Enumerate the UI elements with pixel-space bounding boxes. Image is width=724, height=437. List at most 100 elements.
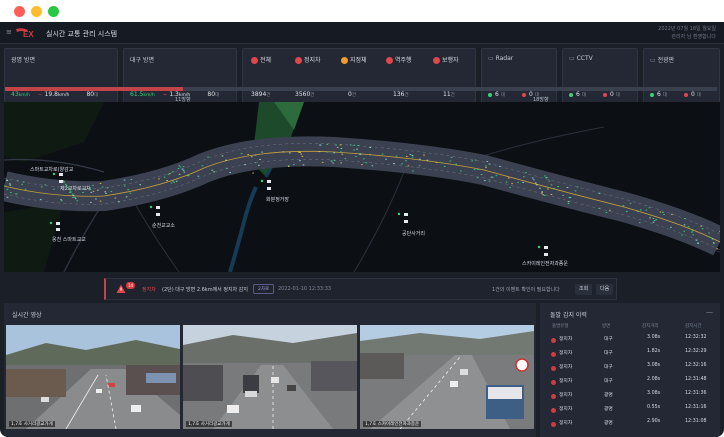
minimize-window-button[interactable] (31, 6, 42, 17)
alert-confirm-button[interactable]: 조회 (575, 284, 593, 295)
vehicle-marker (566, 187, 569, 188)
vehicle-marker (166, 180, 168, 181)
vehicle-marker (175, 180, 178, 182)
vehicle-marker (163, 176, 166, 178)
table-row[interactable]: 정지차 대구 3.08s 12:32:32 (540, 335, 720, 347)
vehicle-marker (499, 165, 501, 167)
stat-pedestrian-value: 11건 (443, 91, 455, 98)
vehicle-marker (21, 183, 23, 185)
vehicle-marker (485, 167, 487, 169)
vehicle-marker (683, 224, 686, 226)
vehicle-marker (182, 169, 185, 171)
vehicle-marker (4, 185, 6, 187)
header-user[interactable]: 관리자 님 환영합니다 (671, 33, 716, 40)
vehicle-marker (240, 153, 243, 154)
table-row[interactable]: 정지차 광명 3.08s 12:31:36 (540, 391, 720, 403)
vehicle-marker (41, 186, 43, 188)
stat-stopped[interactable]: 정지차 (295, 55, 321, 64)
vehicle-marker (536, 184, 538, 186)
device-off: 0 대 (603, 91, 620, 98)
stat-wrongway[interactable]: 역주행 (386, 55, 412, 64)
speed-card-gwangmyeong: 광명 방면 43km/h − 19.8km/h 80대 (4, 48, 118, 104)
vehicle-marker (542, 194, 544, 196)
stat-pedestrian[interactable]: 보행자 (433, 55, 459, 64)
map-label[interactable]: 스카이레인전자과종운 (522, 260, 568, 267)
alert-next-button[interactable]: 다음 (596, 284, 614, 295)
cctv-feed-2[interactable]: 1,7호 사거리광교가게 (183, 325, 357, 429)
vehicle-marker (697, 243, 699, 244)
vehicle-marker (158, 178, 160, 180)
stat-congestion[interactable]: 지정체 (341, 55, 367, 64)
vehicle-marker (330, 160, 333, 162)
vehicle-marker (562, 195, 565, 196)
vehicle-marker (258, 164, 260, 166)
table-row[interactable]: 정지차 광명 2.90s 12:31:08 (540, 419, 720, 431)
vehicle-marker (480, 174, 483, 175)
display-board-icon: ▭ (650, 57, 656, 64)
vehicle-marker (473, 169, 476, 171)
hamburger-icon[interactable]: ≡ (6, 28, 12, 36)
vehicle-marker (716, 248, 718, 250)
panel-title: 실시간 영상 (12, 312, 42, 319)
vehicle-marker (247, 154, 249, 155)
alert-count-badge: 14 (126, 282, 135, 289)
road-map[interactable]: 스마트교차로(양감교 제2교차로교차 순천교교소 화분정거장 공단사거리 옹천 … (4, 102, 720, 272)
map-canvas (4, 102, 720, 272)
vehicle-marker (435, 162, 438, 163)
vehicle-marker (626, 211, 628, 212)
vehicle-marker (282, 151, 285, 153)
vehicle-marker (60, 199, 62, 201)
vehicle-marker (335, 144, 337, 146)
stat-all[interactable]: 전체 (251, 55, 271, 64)
vehicle-marker (574, 190, 577, 192)
vehicle-marker (517, 181, 519, 183)
alert-message: (2단) 대구 방면 2.6km에서 정지차 감지 (162, 287, 248, 293)
vehicle-marker (371, 165, 374, 167)
vehicle-marker (252, 172, 254, 174)
vehicle-marker (637, 211, 639, 212)
vehicle-marker (173, 181, 176, 183)
vehicle-marker (349, 144, 352, 146)
zoom-window-button[interactable] (48, 6, 59, 17)
map-label[interactable]: 스마트교차로(양감교 (30, 166, 73, 173)
vehicle-marker (645, 209, 648, 211)
vehicle-marker (341, 153, 344, 155)
vehicle-marker (123, 179, 126, 181)
vehicle-marker (541, 192, 543, 194)
table-row[interactable]: 정지차 대구 2.08s 12:31:48 (540, 377, 720, 389)
vehicle-marker (557, 186, 559, 187)
vehicle-marker (687, 226, 690, 228)
close-window-button[interactable] (14, 6, 25, 17)
alert-lane-tag: 2차로 (253, 284, 275, 294)
vehicle-marker (450, 156, 453, 158)
vehicle-marker (708, 232, 710, 234)
alert-time: 2022-01-10 12:33:33 (278, 286, 332, 292)
map-label[interactable]: 공단사거리 (402, 230, 425, 237)
vehicle-marker (61, 200, 63, 202)
table-row[interactable]: 정지차 광명 0.55s 12:31:16 (540, 405, 720, 417)
alert-icon (433, 57, 440, 64)
table-row[interactable]: 정지차 대구 1.82s 12:32:29 (540, 349, 720, 361)
map-label[interactable]: 화분정거장 (266, 196, 289, 203)
map-label[interactable]: 순천교교소 (152, 222, 175, 229)
vehicle-marker (221, 155, 224, 157)
vehicle-marker (412, 170, 414, 172)
table-row[interactable]: 정지차 대구 3.08s 12:32:16 (540, 363, 720, 375)
vehicle-marker (652, 218, 655, 219)
vehicle-marker (225, 167, 228, 169)
vehicle-marker (213, 171, 215, 173)
vehicle-marker (114, 197, 117, 199)
vehicle-marker (539, 187, 541, 189)
cctv-feed-1[interactable]: 1,7호 사거리광교가게 (6, 325, 180, 429)
vehicle-marker (95, 198, 97, 200)
vehicle-marker (289, 152, 291, 154)
vehicle-marker (406, 156, 408, 157)
cctv-feed-3[interactable]: 1,7호 스카이레인전자과종운 (360, 325, 534, 429)
minimize-icon[interactable]: — (706, 308, 713, 316)
vehicle-marker (691, 230, 694, 232)
vehicle-marker (568, 197, 571, 198)
map-label[interactable]: 옹천 스마트교교 (52, 236, 86, 243)
vehicle-marker (44, 184, 47, 186)
map-label[interactable]: 제2교차로교차 (60, 185, 91, 192)
vehicle-marker (523, 176, 525, 178)
